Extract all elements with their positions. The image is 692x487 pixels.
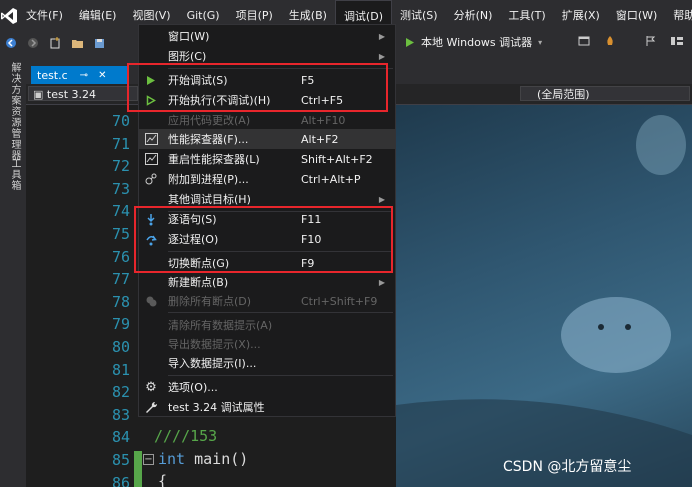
editor-background-image — [396, 105, 692, 487]
layout-icon[interactable] — [670, 35, 684, 50]
solution-explorer-tab[interactable]: 解决方案资源管理器 — [7, 62, 22, 161]
fire-icon[interactable] — [604, 35, 616, 50]
debug-menu-start-debugging[interactable]: 开始调试(S) F5 — [139, 70, 395, 90]
debug-menu-performance-profiler[interactable]: 性能探查器(F)... Alt+F2 — [139, 129, 395, 149]
step-into-icon — [143, 211, 159, 227]
debug-menu-graphics[interactable]: 图形(C) ▶ — [139, 46, 395, 66]
line-number: 77 — [111, 270, 130, 289]
watermark: CSDN @北方留意尘 — [503, 459, 632, 475]
menu-analyze[interactable]: 分析(N) — [446, 0, 501, 32]
forward-icon[interactable] — [24, 34, 42, 52]
collapse-icon[interactable]: − — [143, 454, 154, 465]
menu-separator — [168, 68, 393, 69]
line-number: 81 — [111, 360, 130, 379]
submenu-arrow-icon: ▶ — [378, 31, 385, 41]
debug-menu-step-over[interactable]: 逐过程(O) F10 — [139, 229, 395, 249]
debug-menu-relaunch-profiler[interactable]: 重启性能探查器(L) Shift+Alt+F2 — [139, 149, 395, 169]
menu-separator — [168, 375, 393, 376]
line-number: 85 — [111, 451, 130, 469]
line-number: 82 — [111, 383, 130, 402]
line-number: 86 — [111, 473, 130, 487]
close-icon[interactable]: ✕ — [98, 70, 106, 81]
left-tool-strip: 解决方案资源管理器 工具箱 — [0, 54, 26, 487]
debug-menu-toggle-breakpoint[interactable]: 切换断点(G) F9 — [139, 253, 395, 273]
menu-tools[interactable]: 工具(T) — [500, 0, 553, 32]
code-main-decl: int main() — [158, 450, 248, 468]
delete-breakpoints-icon — [143, 293, 159, 309]
browser-icon[interactable] — [578, 35, 590, 50]
debug-menu-window[interactable]: 窗口(W) ▶ — [139, 26, 395, 46]
step-over-icon — [143, 231, 159, 247]
debug-menu-import-datatips[interactable]: 导入数据提示(I)... — [139, 353, 395, 373]
play-icon — [143, 72, 159, 88]
debug-menu-export-datatips[interactable]: 导出数据提示(X)... — [139, 334, 395, 354]
menu-edit[interactable]: 编辑(E) — [71, 0, 125, 32]
menu-test[interactable]: 测试(S) — [392, 0, 446, 32]
debug-menu-options[interactable]: ⚙ 选项(O)... — [139, 377, 395, 397]
scope-combo[interactable]: (全局范围) — [520, 86, 690, 101]
line-number: 75 — [111, 225, 130, 243]
line-number: 70 — [111, 112, 130, 130]
scope-label: (全局范围) — [537, 88, 590, 101]
open-folder-icon[interactable] — [68, 34, 86, 52]
chevron-down-icon[interactable]: ▾ — [538, 38, 542, 47]
main-signature: main() — [185, 450, 249, 468]
toolbox-tab[interactable]: 工具箱 — [7, 158, 22, 191]
keyword-int: int — [158, 450, 186, 468]
line-number: 78 — [111, 292, 130, 311]
menu-separator — [168, 312, 393, 313]
breakpoint-flag-icon[interactable] — [645, 35, 657, 50]
new-item-icon[interactable] — [46, 34, 64, 52]
menu-help[interactable]: 帮助 — [665, 0, 692, 32]
debug-menu-new-breakpoint[interactable]: 新建断点(B) ▶ — [139, 272, 395, 292]
visual-studio-logo-icon[interactable] — [0, 0, 18, 32]
project-label: test 3.24 — [46, 88, 97, 101]
menu-separator — [168, 251, 393, 252]
save-icon[interactable] — [90, 34, 108, 52]
menu-file[interactable]: 文件(F) — [18, 0, 71, 32]
play-icon — [406, 37, 414, 47]
debug-menu-attach-to-process[interactable]: 附加到进程(P)... Ctrl+Alt+P — [139, 169, 395, 189]
line-number: 79 — [111, 315, 130, 334]
change-margin-indicator — [134, 451, 142, 487]
debug-menu-other-debug-targets[interactable]: 其他调试目标(H) ▶ — [139, 189, 395, 209]
line-number: 84 — [111, 428, 130, 447]
line-number: 71 — [111, 134, 130, 153]
line-number: 83 — [111, 405, 130, 424]
line-number: 73 — [111, 179, 130, 198]
attach-icon — [143, 171, 159, 187]
menu-window[interactable]: 窗口(W) — [608, 0, 665, 32]
submenu-arrow-icon: ▶ — [378, 277, 385, 287]
profiler-restart-icon — [143, 151, 159, 167]
debug-menu-dropdown: 窗口(W) ▶ 图形(C) ▶ 开始调试(S) F5 开始执行(不调试)(H) … — [138, 24, 396, 417]
line-number: 74 — [111, 202, 130, 221]
c-file-icon: ▣ — [33, 88, 47, 101]
back-icon[interactable] — [2, 34, 20, 52]
debug-menu-step-into[interactable]: 逐语句(S) F11 — [139, 209, 395, 229]
line-number: 76 — [111, 247, 130, 266]
doc-tab-test-c[interactable]: test.c ⊸ ✕ — [31, 66, 127, 84]
project-combo[interactable]: ▣ test 3.24 — [28, 86, 138, 101]
wrench-icon — [143, 399, 159, 415]
line-number: 72 — [111, 157, 130, 176]
debug-menu-debug-properties[interactable]: test 3.24 调试属性 — [139, 397, 395, 417]
profiler-icon — [143, 131, 159, 147]
debug-menu-delete-all-breakpoints[interactable]: 删除所有断点(D) Ctrl+Shift+F9 — [139, 291, 395, 311]
gear-icon: ⚙ — [145, 379, 157, 395]
debug-menu-apply-code-changes[interactable]: 应用代码更改(A) Alt+F10 — [139, 110, 395, 130]
menu-extensions[interactable]: 扩展(X) — [554, 0, 608, 32]
run-debugger-button[interactable]: 本地 Windows 调试器 ▾ — [405, 34, 542, 50]
code-comment-84: ////153 — [154, 427, 218, 445]
debug-menu-start-without-debugging[interactable]: 开始执行(不调试)(H) Ctrl+F5 — [139, 90, 395, 110]
submenu-arrow-icon: ▶ — [378, 194, 385, 204]
doc-tab-title: test.c — [37, 68, 68, 82]
debug-menu-clear-datatips[interactable]: 清除所有数据提示(A) — [139, 315, 395, 335]
pin-icon[interactable]: ⊸ — [80, 70, 88, 81]
run-target-label: 本地 Windows 调试器 — [421, 36, 533, 49]
play-outline-icon — [143, 92, 159, 108]
line-number: 80 — [111, 338, 130, 356]
code-brace: { — [158, 472, 168, 487]
submenu-arrow-icon: ▶ — [378, 51, 385, 61]
